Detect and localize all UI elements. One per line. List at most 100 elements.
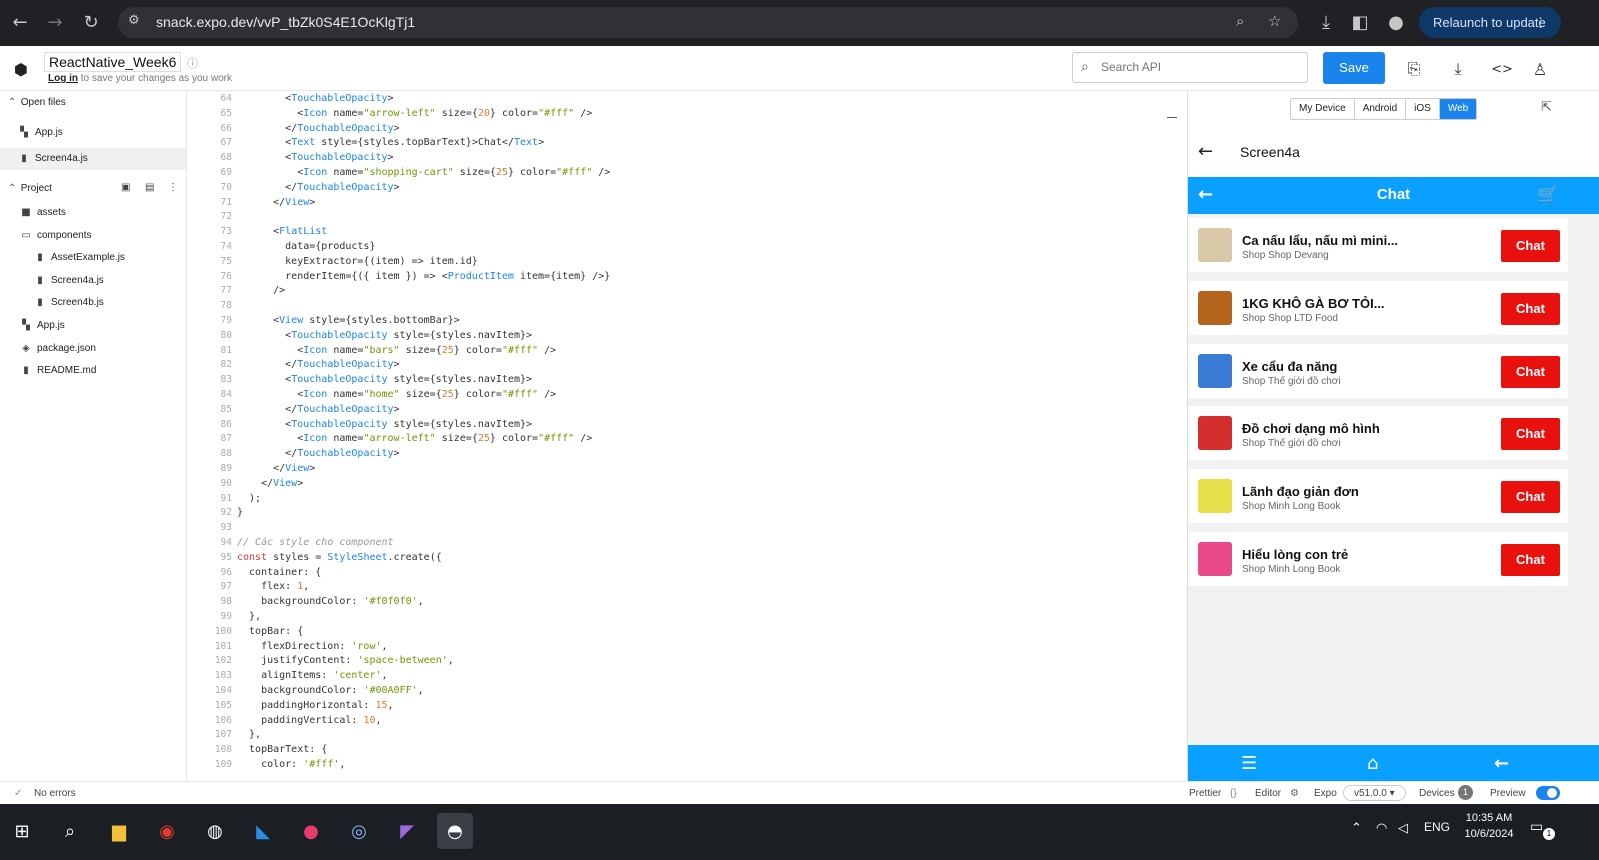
tab-web[interactable]: Web: [1439, 99, 1477, 119]
tree-item[interactable]: ▮ AssetExample.js: [0, 247, 186, 269]
site-settings-icon[interactable]: ⚙: [128, 13, 140, 28]
download-icon[interactable]: ⤓: [1312, 8, 1340, 36]
visual-studio-icon[interactable]: ◤: [389, 813, 425, 849]
list-item[interactable]: 1KG KHÔ GÀ BƠ TỎI... Shop Shop LTD Food Ch…: [1188, 280, 1568, 335]
address-bar[interactable]: ⚙ snack.expo.dev/vvP_tbZk0S4E1OcKlgTj1 ⌕…: [118, 7, 1298, 38]
code-line[interactable]: </TouchableOpacity>: [237, 447, 399, 462]
preview-toggle[interactable]: [1536, 786, 1560, 800]
open-files-header[interactable]: ⌃ Open files: [8, 97, 66, 108]
code-line[interactable]: <Icon name="arrow-left" size={25} color=…: [237, 432, 592, 447]
code-line[interactable]: flex: 1,: [237, 580, 309, 595]
project-name[interactable]: ReactNative_Week6: [44, 52, 182, 72]
search-icon[interactable]: ⌕: [52, 813, 88, 849]
export-icon[interactable]: ⎘: [1403, 58, 1425, 80]
code-line[interactable]: topBar: {: [237, 625, 303, 640]
embed-code-icon[interactable]: <>: [1491, 58, 1513, 80]
code-line[interactable]: renderItem={({ item }) => <ProductItem i…: [237, 270, 610, 285]
tree-item[interactable]: ◈ package.json: [0, 338, 186, 360]
code-line[interactable]: paddingVertical: 10,: [237, 714, 381, 729]
file-explorer-icon[interactable]: ▆: [101, 813, 137, 849]
notification-icon[interactable]: ▭: [1530, 818, 1543, 835]
code-line[interactable]: </TouchableOpacity>: [237, 181, 399, 196]
user-icon[interactable]: ♙: [1529, 58, 1551, 80]
app-icon[interactable]: ●: [293, 813, 329, 849]
url-text[interactable]: snack.expo.dev/vvP_tbZk0S4E1OcKlgTj1: [156, 14, 415, 30]
app-icon[interactable]: ◍: [197, 813, 233, 849]
code-line[interactable]: />: [237, 284, 285, 299]
error-status[interactable]: No errors: [34, 788, 76, 799]
snack-logo-icon[interactable]: ⬢: [10, 58, 32, 80]
devices-label[interactable]: Devices: [1419, 788, 1455, 799]
chat-button[interactable]: Chat: [1501, 544, 1560, 576]
tab-ios[interactable]: iOS: [1406, 99, 1440, 119]
chat-button[interactable]: Chat: [1501, 355, 1560, 388]
minimize-icon[interactable]: [1167, 117, 1177, 118]
code-line[interactable]: <TouchableOpacity>: [237, 151, 393, 166]
chat-button[interactable]: Chat: [1501, 481, 1560, 514]
more-options-icon[interactable]: ⋮: [168, 182, 178, 193]
code-line[interactable]: <TouchableOpacity style={styles.navItem}…: [237, 373, 532, 388]
back-icon[interactable]: ←: [6, 8, 34, 36]
tree-item[interactable]: ▮ Screen4b.js: [0, 292, 186, 314]
list-item[interactable]: Lãnh đạo giản đơn Shop Minh Long Book Chat: [1188, 469, 1568, 524]
search-api-box[interactable]: ⌕: [1072, 52, 1308, 83]
code-line[interactable]: <TouchableOpacity style={styles.navItem}…: [237, 329, 532, 344]
tree-item[interactable]: ▮ README.md: [0, 360, 186, 382]
code-line[interactable]: backgroundColor: '#00A0FF',: [237, 684, 424, 699]
download-project-icon[interactable]: ⤓: [1447, 58, 1469, 80]
active-app-icon[interactable]: ◓: [437, 813, 473, 849]
volume-icon[interactable]: ◁: [1398, 820, 1408, 836]
gear-icon[interactable]: ⚙: [1290, 788, 1299, 799]
code-line[interactable]: color: '#fff',: [237, 758, 345, 773]
code-line[interactable]: </View>: [237, 196, 315, 211]
side-panel-icon[interactable]: ◧: [1346, 8, 1374, 36]
code-line[interactable]: data={products}: [237, 240, 375, 255]
shopping-cart-icon[interactable]: 🛒: [1537, 185, 1558, 205]
sdk-version-select[interactable]: v51.0.0 ▾: [1343, 785, 1406, 801]
login-link[interactable]: Log in: [48, 73, 78, 84]
code-line[interactable]: <TouchableOpacity style={styles.navItem}…: [237, 418, 532, 433]
tab-my-device[interactable]: My Device: [1291, 99, 1355, 119]
chat-button[interactable]: Chat: [1501, 292, 1560, 325]
chevron-up-icon[interactable]: ⌃: [1351, 820, 1362, 836]
back-arrow-icon[interactable]: ←: [1198, 141, 1213, 162]
code-line[interactable]: <Icon name="bars" size={25} color="#fff"…: [237, 344, 556, 359]
language-indicator[interactable]: ENG: [1424, 820, 1450, 834]
code-line[interactable]: );: [237, 492, 261, 507]
code-editor[interactable]: 64 65 66 67 68 69 70 71 72 73 74 75 76 77 78 79 80 81 82 83…: [187, 91, 1187, 781]
project-header[interactable]: ⌃ Project ▣ ▤ ⋮: [8, 182, 183, 194]
code-line[interactable]: backgroundColor: '#f0f0f0',: [237, 595, 424, 610]
save-button[interactable]: Save: [1323, 52, 1385, 84]
list-item[interactable]: Ca nấu lẩu, nấu mì mini... Shop Shop Deva…: [1188, 218, 1568, 272]
tree-item[interactable]: ■ assets: [0, 202, 186, 224]
chat-button[interactable]: Chat: [1501, 418, 1560, 451]
code-line[interactable]: keyExtractor={(item) => item.id}: [237, 255, 478, 270]
code-line[interactable]: <Icon name="arrow-left" size={20} color=…: [237, 107, 592, 122]
windows-start-icon[interactable]: ⊞: [4, 813, 40, 849]
open-external-icon[interactable]: ⇱: [1541, 100, 1552, 115]
code-line[interactable]: },: [237, 610, 261, 625]
code-line[interactable]: alignItems: 'center',: [237, 669, 387, 684]
relaunch-button[interactable]: Relaunch to update ⋮: [1419, 7, 1561, 38]
code-line[interactable]: <TouchableOpacity>: [237, 92, 393, 107]
forward-icon[interactable]: →: [41, 8, 69, 36]
code-line[interactable]: <FlatList: [237, 225, 327, 240]
clock[interactable]: 10:35 AM 10/6/2024: [1454, 810, 1524, 842]
list-item[interactable]: Hiểu lòng con trẻ Shop Minh Long Book Chat: [1188, 532, 1568, 586]
search-input[interactable]: [1101, 60, 1291, 74]
code-line[interactable]: flexDirection: 'row',: [237, 640, 387, 655]
code-line[interactable]: </View>: [237, 462, 315, 477]
new-file-icon[interactable]: ▣: [121, 182, 130, 193]
tree-item[interactable]: ▚ App.js: [0, 315, 186, 337]
chat-button[interactable]: Chat: [1501, 230, 1560, 262]
code-line[interactable]: container: {: [237, 566, 321, 581]
code-line[interactable]: <Icon name="shopping-cart" size={25} col…: [237, 166, 610, 181]
code-line[interactable]: <View style={styles.bottomBar}>: [237, 314, 460, 329]
open-file-screen4a[interactable]: ▮ Screen4a.js: [0, 148, 186, 170]
list-item[interactable]: Đồ chơi dạng mô hình Shop Thế giới đồ chơ…: [1188, 406, 1568, 461]
open-file-app[interactable]: ▚ App.js: [0, 122, 186, 144]
tree-item[interactable]: ▭ components: [0, 225, 186, 247]
tree-item[interactable]: ▮ Screen4a.js: [0, 270, 186, 292]
bookmark-star-icon[interactable]: ☆: [1268, 12, 1281, 30]
profile-icon[interactable]: ●: [1382, 8, 1410, 36]
